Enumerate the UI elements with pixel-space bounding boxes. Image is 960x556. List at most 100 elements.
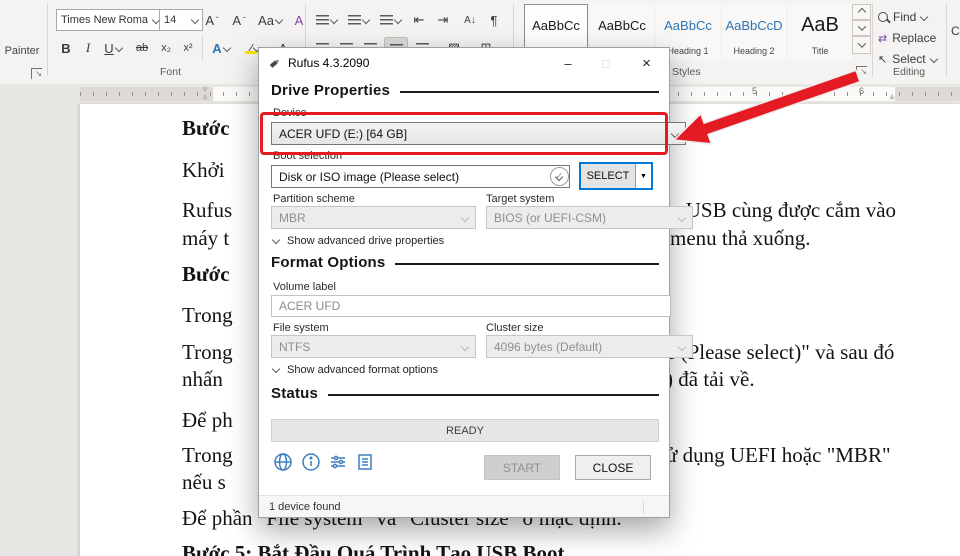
numbered-list-button[interactable]: [344, 9, 372, 31]
advanced-format-options-link[interactable]: Show advanced format options: [273, 364, 438, 376]
chevron-down-icon: [275, 16, 283, 24]
boot-selection-combo[interactable]: Disk or ISO image (Please select): [271, 165, 570, 188]
minimize-button[interactable]: –: [549, 49, 587, 77]
increase-indent-button[interactable]: ⇥: [432, 9, 454, 31]
close-dialog-button[interactable]: CLOSE: [575, 455, 651, 480]
styles-group-label: Styles: [672, 66, 701, 78]
dialog-statusbar: 1 device found: [259, 495, 669, 517]
ruler-number: 5: [752, 86, 757, 96]
chevron-down-icon: [272, 236, 280, 244]
doc-text-fragment: Rufus: [182, 198, 232, 223]
shrink-font-button[interactable]: Aˇ: [227, 9, 251, 31]
select-dropdown-arrow[interactable]: ▼: [635, 164, 651, 188]
ruler-number: 6: [859, 86, 864, 96]
multilevel-list-button[interactable]: [376, 9, 404, 31]
minimize-icon: –: [564, 56, 571, 71]
chevron-down-icon: [678, 213, 686, 221]
select-split-button[interactable]: SELECT ▼: [579, 162, 653, 190]
chevron-down-icon: [461, 213, 469, 221]
file-system-combo: NTFS: [271, 335, 476, 358]
underline-button[interactable]: U: [99, 37, 127, 59]
log-icon[interactable]: [355, 452, 375, 472]
styles-more-button[interactable]: [852, 36, 871, 54]
red-highlight-box: [260, 112, 668, 155]
style-label: Heading 2: [733, 46, 774, 59]
chevron-down-icon: [191, 16, 199, 24]
doc-text-fragment: Để ph: [182, 408, 233, 433]
close-button[interactable]: ×: [625, 49, 668, 77]
chevron-down-icon: [329, 16, 337, 24]
file-system-label: File system: [273, 322, 329, 334]
doc-text-fragment: ử dụng UEFI hoặc "MBR": [666, 443, 891, 468]
styles-dialog-launcher-icon[interactable]: ↘: [856, 66, 867, 77]
show-paragraph-marks-button[interactable]: ¶: [484, 9, 504, 31]
partition-scheme-combo: MBR: [271, 206, 476, 229]
right-indent-marker[interactable]: ▲: [888, 93, 896, 101]
cluster-size-value: 4096 bytes (Default): [494, 340, 602, 354]
drive-properties-section: Drive Properties: [271, 82, 659, 99]
screen: Painter ↘ Times New Roma 14 Aˆ Aˇ Aa A B…: [0, 0, 960, 556]
style-preview: AaBbCc: [664, 5, 712, 46]
font-size-combo[interactable]: 14: [159, 9, 203, 31]
shrink-font-icon: A: [232, 13, 241, 28]
italic-icon: I: [86, 40, 90, 56]
boot-selection-value: Disk or ISO image (Please select): [279, 170, 459, 184]
target-system-label: Target system: [486, 193, 554, 205]
doc-text-fragment: Bước: [182, 116, 230, 141]
italic-button[interactable]: I: [79, 37, 97, 59]
group-divider: [946, 4, 947, 76]
replace-button[interactable]: ⇄Replace: [878, 28, 936, 48]
style-title[interactable]: AaB Title: [788, 4, 852, 60]
chevron-down-icon: [222, 44, 230, 52]
left-indent-marker[interactable]: ▲: [201, 93, 209, 101]
clear-formatting-button[interactable]: A: [288, 9, 310, 31]
change-case-icon: Aa: [258, 13, 274, 28]
chevron-down-icon: [114, 44, 122, 52]
style-heading-2[interactable]: AaBbCcD Heading 2: [722, 4, 786, 60]
subscript-button[interactable]: x₂: [156, 37, 176, 59]
status-section: Status: [271, 385, 659, 402]
strikethrough-button[interactable]: ab: [130, 37, 154, 59]
volume-label-input[interactable]: ACER UFD: [271, 295, 671, 317]
about-info-icon[interactable]: [301, 452, 321, 472]
format-painter-button[interactable]: Painter: [0, 40, 44, 62]
advanced-drive-properties-link[interactable]: Show advanced drive properties: [273, 235, 444, 247]
chevron-down-icon: [361, 16, 369, 24]
style-preview: AaBbCc: [532, 5, 580, 46]
settings-sliders-icon[interactable]: [328, 452, 348, 472]
increase-indent-icon: ⇥: [438, 12, 449, 28]
grow-font-icon: A: [205, 13, 214, 28]
chevron-down-icon: [929, 55, 937, 63]
find-button[interactable]: Find: [878, 7, 927, 27]
sort-button[interactable]: A↓: [458, 9, 482, 31]
doc-text-fragment: menu thả xuống.: [670, 226, 811, 251]
doc-text-fragment: ) đã tải về.: [666, 367, 755, 392]
file-system-value: NTFS: [279, 340, 310, 354]
decrease-indent-button[interactable]: ⇤: [408, 9, 430, 31]
superscript-icon: x²: [183, 42, 192, 54]
subscript-icon: x₂: [161, 42, 171, 54]
format-options-section: Format Options: [271, 254, 659, 271]
bold-button[interactable]: B: [56, 37, 76, 59]
select-button-label[interactable]: SELECT: [581, 164, 635, 188]
doc-text-fragment: nếu s: [182, 470, 226, 495]
bullet-list-icon: [316, 15, 329, 26]
maximize-icon: □: [602, 56, 610, 71]
change-case-button[interactable]: Aa: [254, 9, 286, 31]
progress-text: READY: [446, 425, 484, 437]
bullet-list-button[interactable]: [312, 9, 340, 31]
superscript-button[interactable]: x²: [178, 37, 198, 59]
doc-text-fragment: Khởi: [182, 158, 225, 183]
font-name-combo[interactable]: Times New Roma: [56, 9, 164, 31]
styles-scroll-up-button[interactable]: [852, 4, 871, 20]
doc-text-fragment: Trong: [182, 340, 233, 365]
volume-label-value: ACER UFD: [279, 299, 340, 313]
check-circle-icon[interactable]: ✓: [550, 167, 569, 186]
language-globe-icon[interactable]: [273, 452, 293, 472]
grow-font-button[interactable]: Aˆ: [200, 9, 224, 31]
sort-icon: A↓: [464, 15, 476, 26]
clipboard-dialog-launcher-icon[interactable]: ↘: [31, 68, 42, 79]
styles-scroll-down-button[interactable]: [852, 20, 871, 36]
dropdown-arrow-icon: ▼: [640, 173, 647, 180]
text-effects-button[interactable]: A: [206, 37, 236, 59]
